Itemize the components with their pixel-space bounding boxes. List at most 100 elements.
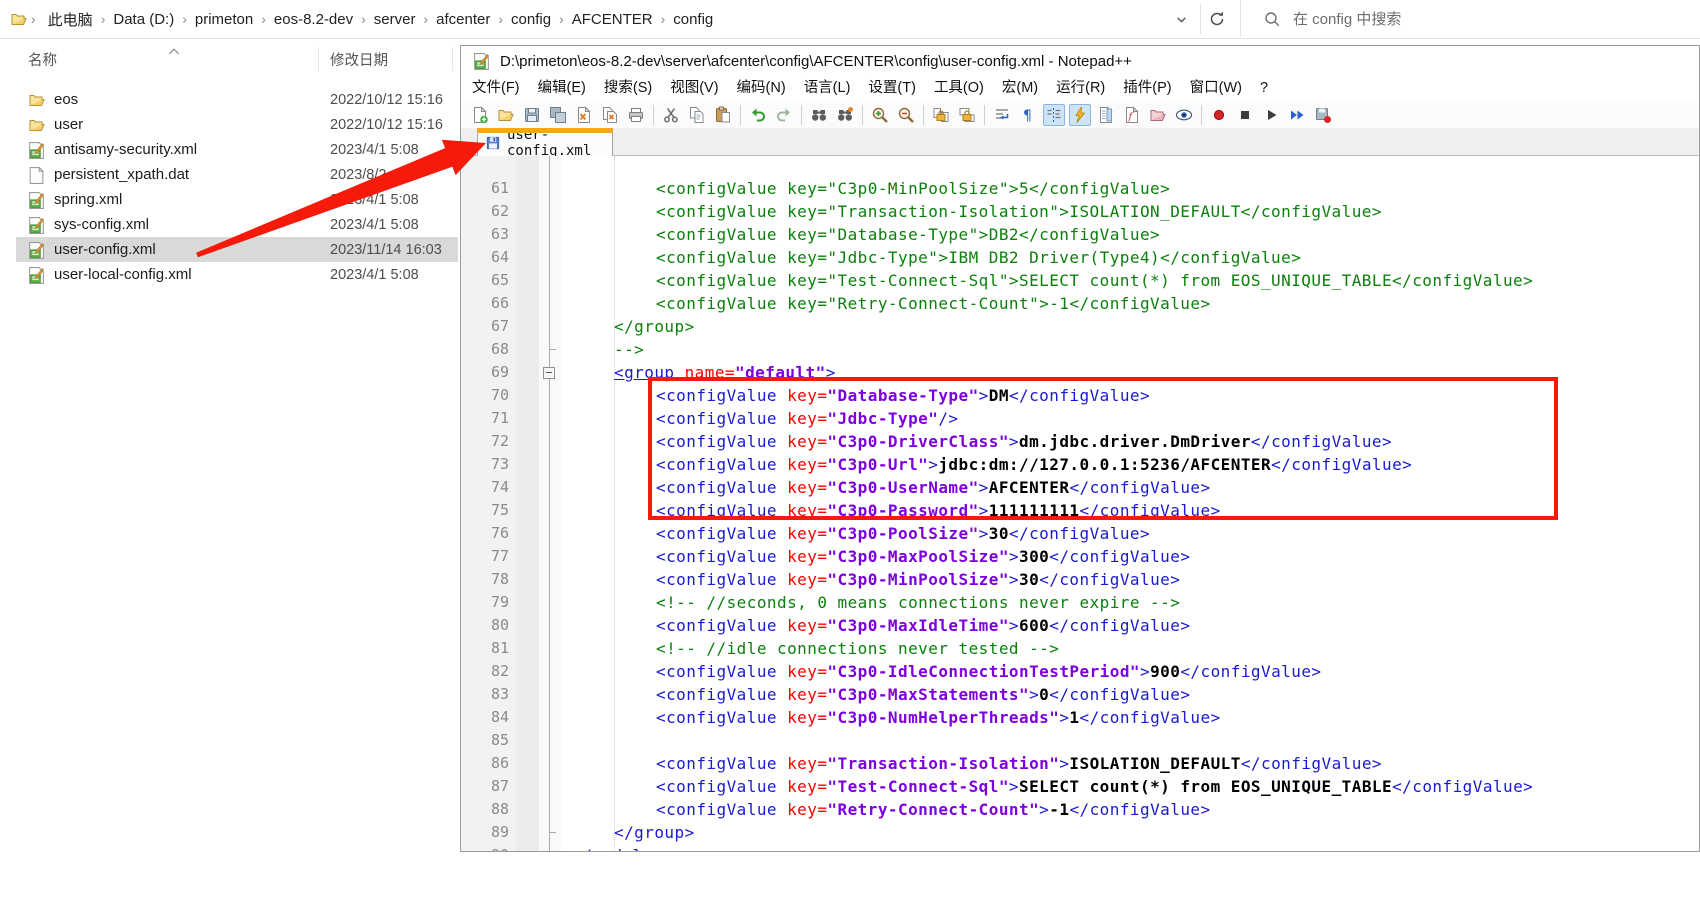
toolbar-new-file-icon[interactable] (469, 104, 491, 126)
column-divider[interactable] (318, 47, 319, 71)
toolbar-save-icon[interactable] (521, 104, 543, 126)
menu-item[interactable]: 工具(O) (925, 76, 993, 101)
menu-item[interactable]: 宏(M) (993, 76, 1047, 101)
chevron-right-icon: › (360, 11, 367, 27)
menu-item[interactable]: 插件(P) (1114, 76, 1180, 101)
file-name: spring.xml (54, 191, 122, 208)
toolbar-replace-icon[interactable] (834, 104, 856, 126)
menu-item[interactable]: 窗口(W) (1181, 76, 1251, 101)
fold-collapse-box[interactable] (543, 367, 555, 379)
toolbar-word-wrap-icon[interactable] (991, 104, 1013, 126)
toolbar-show-all-chars-icon[interactable]: ¶ (1017, 104, 1039, 126)
toolbar-sync-v-icon[interactable] (930, 104, 952, 126)
file-row-spring.xml[interactable]: spring.xml2023/4/1 5:08 (16, 187, 458, 212)
file-date: 2023/8/2 (330, 167, 386, 183)
fold-margin[interactable] (539, 156, 561, 852)
file-row-sys-config.xml[interactable]: sys-config.xml 2023/4/1 5:08 (16, 212, 458, 237)
tab-user-config-xml[interactable]: user-config.xml (477, 128, 613, 156)
toolbar-function-completion-icon[interactable] (1069, 104, 1091, 126)
toolbar-separator (653, 105, 654, 125)
code-line-68: --> (614, 338, 644, 361)
code-editor[interactable]: 6162636465666768697071727374757677787980… (461, 156, 1700, 852)
breadcrumb-segment[interactable]: primeton (188, 8, 260, 31)
menu-item[interactable]: 语言(L) (795, 76, 860, 101)
file-row-eos[interactable]: eos2022/10/12 15:16 (16, 87, 458, 112)
window-title: D:\primeton\eos-8.2-dev\server\afcenter\… (500, 53, 1132, 70)
breadcrumb-segment[interactable]: Data (D:) (106, 8, 181, 31)
toolbar-cut-icon[interactable] (660, 104, 682, 126)
toolbar-paste-icon[interactable] (712, 104, 734, 126)
toolbar-sync-h-icon[interactable] (956, 104, 978, 126)
line-number: 81 (461, 637, 509, 660)
line-number: 64 (461, 246, 509, 269)
search-box[interactable]: 在 config 中搜索 (1240, 0, 1700, 37)
menu-item[interactable]: 文件(F) (463, 76, 529, 101)
menu-item[interactable]: 设置(T) (859, 76, 925, 101)
svg-text:¶: ¶ (1023, 108, 1032, 124)
toolbar-separator (740, 105, 741, 125)
chevron-right-icon: › (100, 11, 107, 27)
toolbar-record-macro-icon[interactable] (1208, 104, 1230, 126)
toolbar-redo-icon[interactable] (773, 104, 795, 126)
toolbar-zoom-in-icon[interactable] (869, 104, 891, 126)
toolbar-close-icon[interactable] (573, 104, 595, 126)
toolbar-zoom-out-icon[interactable] (895, 104, 917, 126)
breadcrumb-segment[interactable]: afcenter (429, 8, 497, 31)
breadcrumb-segment[interactable]: config (504, 8, 558, 31)
search-input[interactable]: 在 config 中搜索 (1293, 8, 1401, 29)
toolbar-save-macro-icon[interactable] (1312, 104, 1334, 126)
menu-item[interactable]: ? (1251, 76, 1277, 101)
toolbar-run-macro-multiple-icon[interactable] (1286, 104, 1308, 126)
code-line-63: <configValue key="Database-Type">DB2</co… (656, 223, 1160, 246)
folder-icon (28, 91, 46, 109)
menu-item[interactable]: 搜索(S) (595, 76, 661, 101)
menu-item[interactable]: 编辑(E) (529, 76, 595, 101)
address-dropdown-button[interactable] (1168, 7, 1194, 31)
toolbar-play-macro-icon[interactable] (1260, 104, 1282, 126)
toolbar-doc-monitor-icon[interactable] (1173, 104, 1195, 126)
code-line-86: <configValue key="Transaction-Isolation"… (656, 752, 1382, 775)
toolbar-stop-macro-icon[interactable] (1234, 104, 1256, 126)
toolbar-save-all-icon[interactable] (547, 104, 569, 126)
line-number: 87 (461, 775, 509, 798)
xml-icon (28, 191, 46, 209)
toolbar-indent-guide-icon[interactable] (1043, 104, 1065, 126)
search-icon (1263, 10, 1281, 28)
line-number: 73 (461, 453, 509, 476)
address-folder-icon (10, 10, 30, 28)
breadcrumb-segment[interactable]: eos-8.2-dev (267, 8, 360, 31)
menu-item[interactable]: 视图(V) (661, 76, 727, 101)
column-header-name[interactable]: 名称 (28, 49, 57, 70)
line-number: 71 (461, 407, 509, 430)
file-row-persistent_xpath.dat[interactable]: persistent_xpath.dat2023/8/2 (16, 162, 458, 187)
notepadpp-window: D:\primeton\eos-8.2-dev\server\afcenter\… (460, 45, 1700, 852)
toolbar-separator (1201, 105, 1202, 125)
toolbar-copy-icon[interactable] (686, 104, 708, 126)
toolbar-close-all-icon[interactable] (599, 104, 621, 126)
file-row-user-local-config.xml[interactable]: user-local-config.xml2023/4/1 5:08 (16, 262, 458, 287)
bookmark-margin[interactable] (516, 156, 539, 852)
toolbar-find-icon[interactable] (808, 104, 830, 126)
toolbar-open-icon[interactable] (495, 104, 517, 126)
toolbar-undo-icon[interactable] (747, 104, 769, 126)
menu-item[interactable]: 编码(N) (728, 76, 795, 101)
line-number: 86 (461, 752, 509, 775)
breadcrumb-segment[interactable]: config (666, 8, 720, 31)
toolbar-doc-map-icon[interactable] (1095, 104, 1117, 126)
column-divider[interactable] (452, 47, 453, 71)
file-row-antisamy-security.xml[interactable]: antisamy-security.xml2023/4/1 5:08 (16, 137, 458, 162)
toolbar-function-list-icon[interactable]: f (1121, 104, 1143, 126)
explorer-address-bar: › 此电脑›Data (D:)›primeton›eos-8.2-dev›ser… (0, 0, 1700, 39)
menu-item[interactable]: 运行(R) (1047, 76, 1114, 101)
refresh-button[interactable] (1205, 8, 1229, 30)
column-header-date[interactable]: 修改日期 (330, 49, 388, 70)
toolbar-folder-workspace-icon[interactable] (1147, 104, 1169, 126)
breadcrumb-segment[interactable]: AFCENTER (565, 8, 660, 31)
file-date: 2023/4/1 5:08 (330, 217, 419, 233)
breadcrumb-segment[interactable]: server (367, 8, 423, 31)
file-name: sys-config.xml (54, 216, 149, 233)
toolbar-print-icon[interactable] (625, 104, 647, 126)
file-row-user[interactable]: user2022/10/12 15:16 (16, 112, 458, 137)
file-row-user-config.xml[interactable]: user-config.xml2023/11/14 16:03 (16, 237, 458, 262)
breadcrumb-segment[interactable]: 此电脑 (41, 6, 100, 33)
